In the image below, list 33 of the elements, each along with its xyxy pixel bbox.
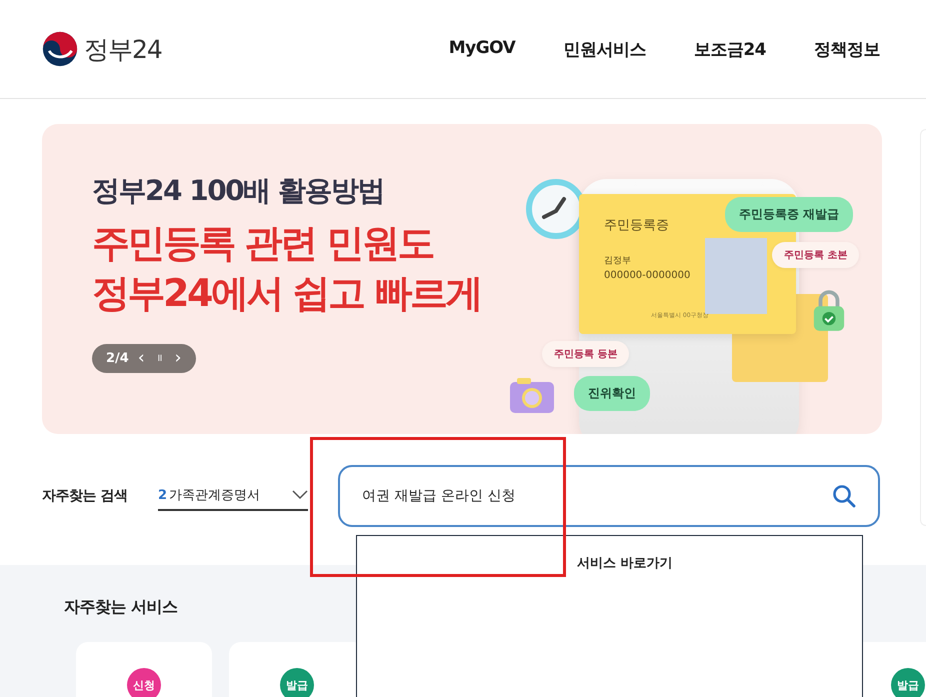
nav-link[interactable]: 민원서비스: [563, 38, 646, 60]
section-title: 자주찾는 서비스: [64, 597, 179, 618]
service-badge: 발급: [891, 668, 925, 697]
banner-subtitle: 정부24 100배 활용방법: [92, 173, 385, 209]
camera-icon: [509, 376, 555, 414]
pause-button[interactable]: ॥: [154, 354, 166, 364]
service-tag: 주민등록 초본: [772, 242, 860, 268]
search-field[interactable]: 여권 재발급 온라인 신청: [338, 465, 880, 527]
nav-link[interactable]: MyGOV: [448, 38, 516, 60]
logo-icon: [42, 31, 78, 67]
next-button[interactable]: ›: [172, 350, 184, 367]
service-tag: 주민등록증 재발급: [725, 197, 854, 232]
service-tag: 진위확인: [574, 376, 650, 411]
service-badge: 신청: [127, 668, 161, 697]
service-card[interactable]: 신청: [76, 642, 212, 697]
previous-button[interactable]: ‹: [134, 350, 148, 367]
logo-text[interactable]: 정부24: [84, 32, 162, 66]
lock-icon: [812, 289, 846, 333]
service-tag: 주민등록 등본: [542, 341, 630, 367]
chevron-down-icon: [292, 490, 308, 500]
search-icon[interactable]: [832, 484, 856, 508]
search-label: 자주찾는 검색: [42, 487, 128, 505]
nav-link[interactable]: 정책정보: [814, 38, 880, 60]
banner-headline: 정부24에서 쉽고 빠르게: [92, 270, 481, 317]
card-name: 김정부: [604, 255, 631, 267]
slide-counter: 2/4: [106, 351, 129, 366]
card-title: 주민등록증: [604, 217, 669, 234]
nav-link[interactable]: 보조금24: [694, 38, 766, 60]
dropdown-title: 서비스 바로가기: [577, 556, 673, 571]
service-badge: 발급: [280, 668, 314, 697]
banner-headline: 주민등록 관련 민원도: [92, 220, 434, 267]
card-number: 000000-0000000: [604, 270, 690, 281]
keyword-dropdown[interactable]: 2 가족관계증명서: [158, 481, 308, 511]
